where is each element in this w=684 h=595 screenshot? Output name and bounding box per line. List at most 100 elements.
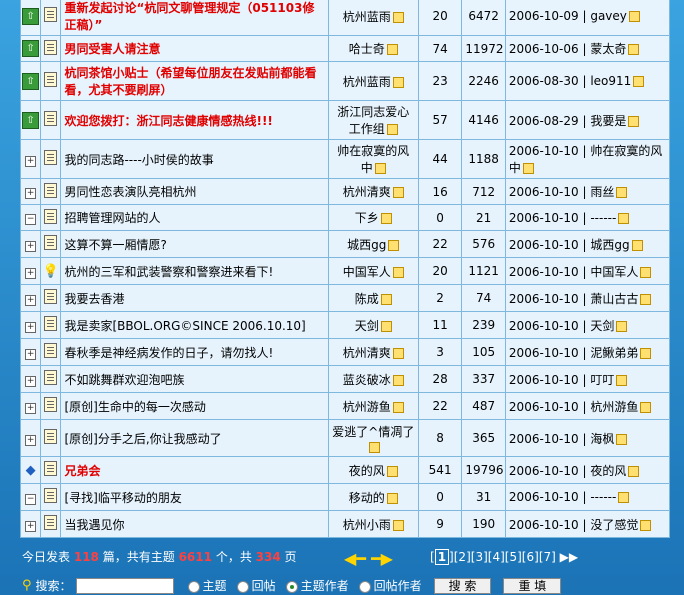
expand-icon[interactable]: + xyxy=(25,188,37,199)
table-row[interactable]: + 我要去香港 陈成 2 74 2006-10-10 | 萧山古古 xyxy=(19,284,671,312)
user-icon[interactable] xyxy=(616,433,628,445)
prev-arrow-icon[interactable]: ◀━ xyxy=(344,549,366,568)
author-link[interactable]: 陈成 xyxy=(355,292,379,306)
user-icon[interactable] xyxy=(368,441,380,453)
table-row[interactable]: ⇧ 重新发起讨论“杭同文聊管理规定（051103修正稿）” 杭州蓝雨 20 6472 20… xyxy=(19,0,671,36)
user-icon[interactable] xyxy=(618,492,630,503)
table-row[interactable]: + 💡 杭州的三军和武装警察和警察进来看下! 中国军人 20 1121 2006-10-10… xyxy=(19,257,671,285)
topic-title-link[interactable]: 男同受害人请注意 xyxy=(64,42,160,56)
user-icon[interactable] xyxy=(380,293,392,305)
topic-title-link[interactable]: 我要去香港 xyxy=(64,292,124,306)
last-post[interactable]: 2006-10-10 | 海枫 xyxy=(509,432,614,446)
topic-title-link[interactable]: 我是卖家[BBOL.ORG©SINCE 2006.10.10] xyxy=(64,319,305,333)
user-icon[interactable] xyxy=(640,293,652,305)
expand-icon[interactable]: + xyxy=(25,267,37,279)
last-post[interactable]: 2006-10-10 | 叮叮 xyxy=(509,373,614,387)
author-link[interactable]: 帅在寂寞的风中 xyxy=(337,144,409,175)
expand-icon[interactable]: + xyxy=(25,520,37,532)
scope-radio[interactable] xyxy=(187,580,200,593)
table-row[interactable]: + 我是卖家[BBOL.ORG©SINCE 2006.10.10] 天剑 11 239 2… xyxy=(19,311,671,339)
author-link[interactable]: 杭州蓝雨 xyxy=(343,75,391,89)
table-row[interactable]: − [寻找]临平移动的朋友 移动的 0 31 2006-10-10 | ------ xyxy=(19,483,671,511)
topic-title-link[interactable]: 男同性恋表演队亮相杭州 xyxy=(64,185,196,199)
table-row[interactable]: + 这算不算一厢情愿? 城西gg 22 576 2006-10-10 | 城西gg xyxy=(19,230,671,258)
topic-title-link[interactable]: 这算不算一厢情愿? xyxy=(64,238,166,252)
author-link[interactable]: 下乡 xyxy=(355,211,379,225)
user-icon[interactable] xyxy=(386,44,398,55)
author-link[interactable]: 中国军人 xyxy=(343,265,391,279)
user-icon[interactable] xyxy=(392,187,404,198)
author-link[interactable]: 移动的 xyxy=(349,491,385,505)
table-row[interactable]: + 不如跳舞群欢迎泡吧族 蓝炎破冰 28 337 2006-10-10 | 叮叮 xyxy=(19,365,671,393)
user-icon[interactable] xyxy=(522,163,534,174)
last-post[interactable]: 2006-08-30 | leo911 xyxy=(509,74,631,88)
table-row[interactable]: + 男同性恋表演队亮相杭州 杭州清爽 16 712 2006-10-10 | 雨丝 xyxy=(19,178,671,205)
topic-title-link[interactable]: [寻找]临平移动的朋友 xyxy=(64,491,181,505)
collapse-icon[interactable]: − xyxy=(25,493,37,505)
user-icon[interactable] xyxy=(392,347,404,359)
last-post[interactable]: 2006-10-10 | ------ xyxy=(509,490,616,504)
author-link[interactable]: 夜的风 xyxy=(349,464,385,478)
search-input[interactable] xyxy=(75,577,174,594)
user-icon[interactable] xyxy=(380,213,392,224)
topic-title-link[interactable]: 招聘管理网站的人 xyxy=(64,211,160,225)
author-link[interactable]: 蓝炎破冰 xyxy=(343,373,391,387)
user-icon[interactable] xyxy=(388,239,400,251)
search-button[interactable]: 搜 索 xyxy=(433,577,492,594)
user-icon[interactable] xyxy=(628,44,640,55)
user-icon[interactable] xyxy=(640,347,652,359)
last-post[interactable]: 2006-10-10 | 夜的风 xyxy=(509,464,626,478)
user-icon[interactable] xyxy=(392,374,404,386)
page-link-6[interactable]: 6 xyxy=(526,550,534,564)
last-post[interactable]: 2006-10-10 | 中国军人 xyxy=(509,265,638,279)
user-icon[interactable] xyxy=(392,401,404,413)
author-link[interactable]: 哈士奇 xyxy=(349,42,385,56)
scope-radio[interactable] xyxy=(358,580,371,593)
topic-title-link[interactable]: 重新发起讨论“杭同文聊管理规定（051103修正稿）” xyxy=(64,1,314,32)
author-link[interactable]: 爱逃了^情凋了 xyxy=(332,425,414,439)
last-post[interactable]: 2006-10-10 | 天剑 xyxy=(509,319,614,333)
author-link[interactable]: 杭州小雨 xyxy=(343,518,391,532)
user-icon[interactable] xyxy=(628,465,640,477)
author-link[interactable]: 杭州清爽 xyxy=(343,346,391,360)
user-icon[interactable] xyxy=(386,124,398,135)
last-post[interactable]: 2006-10-10 | ------ xyxy=(509,211,616,225)
last-page-icon[interactable]: ▶▶ xyxy=(556,550,578,564)
expand-icon[interactable]: + xyxy=(25,321,37,333)
table-row[interactable]: + 当我遇见你 杭州小雨 9 190 2006-10-10 | 没了感觉 xyxy=(19,510,671,538)
user-icon[interactable] xyxy=(633,76,645,87)
user-icon[interactable] xyxy=(628,115,640,127)
scope-radio[interactable] xyxy=(285,580,298,593)
scope-radio[interactable] xyxy=(236,580,249,593)
topic-title-link[interactable]: 欢迎您拨打：浙江同志健康情感热线!!! xyxy=(64,114,272,128)
user-icon[interactable] xyxy=(392,76,404,88)
expand-icon[interactable]: + xyxy=(25,348,37,360)
table-row[interactable]: + [原创]分手之后,你让我感动了 爱逃了^情凋了 8 365 2006-10-10 | … xyxy=(19,419,671,457)
user-icon[interactable] xyxy=(616,374,628,386)
expand-icon[interactable]: + xyxy=(25,434,37,446)
user-icon[interactable] xyxy=(386,465,398,477)
expand-icon[interactable]: + xyxy=(25,402,37,414)
topic-title-link[interactable]: 春秋季是神经病发作的日子，请勿找人! xyxy=(64,346,273,360)
expand-icon[interactable]: + xyxy=(25,375,37,387)
reset-button[interactable]: 重 填 xyxy=(503,577,562,594)
table-row[interactable]: − 招聘管理网站的人 下乡 0 21 2006-10-10 | ------ xyxy=(19,204,671,231)
last-post[interactable]: 2006-10-10 | 萧山古古 xyxy=(509,292,638,306)
table-row[interactable]: ◆ 兄弟会 夜的风 541 19796 2006-10-10 | 夜的风 xyxy=(19,456,671,484)
last-post[interactable]: 2006-10-10 | 雨丝 xyxy=(509,185,614,199)
topic-title-link[interactable]: 当我遇见你 xyxy=(64,518,124,532)
table-row[interactable]: ⇧ 杭同茶馆小贴士（希望每位朋友在发贴前都能看看，尤其不要刷屏） 杭州蓝雨 23 224… xyxy=(19,61,671,101)
last-post[interactable]: 2006-10-10 | 没了感觉 xyxy=(509,518,638,532)
topic-title-link[interactable]: 兄弟会 xyxy=(64,464,100,478)
table-row[interactable]: + 我的同志路----小时侯的故事 帅在寂寞的风中 44 1188 2006-10-10 … xyxy=(19,139,671,179)
last-post[interactable]: 2006-08-29 | 我要是 xyxy=(509,114,626,128)
user-icon[interactable] xyxy=(640,266,652,278)
page-link-4[interactable]: 4 xyxy=(492,550,500,564)
user-icon[interactable] xyxy=(618,212,630,224)
page-link-1[interactable]: 1 xyxy=(434,549,450,565)
user-icon[interactable] xyxy=(640,519,652,531)
user-icon[interactable] xyxy=(616,187,628,198)
table-row[interactable]: + 春秋季是神经病发作的日子，请勿找人! 杭州清爽 3 105 2006-10-10 | … xyxy=(19,338,671,366)
user-icon[interactable] xyxy=(374,163,386,174)
expand-icon[interactable]: + xyxy=(25,240,37,252)
